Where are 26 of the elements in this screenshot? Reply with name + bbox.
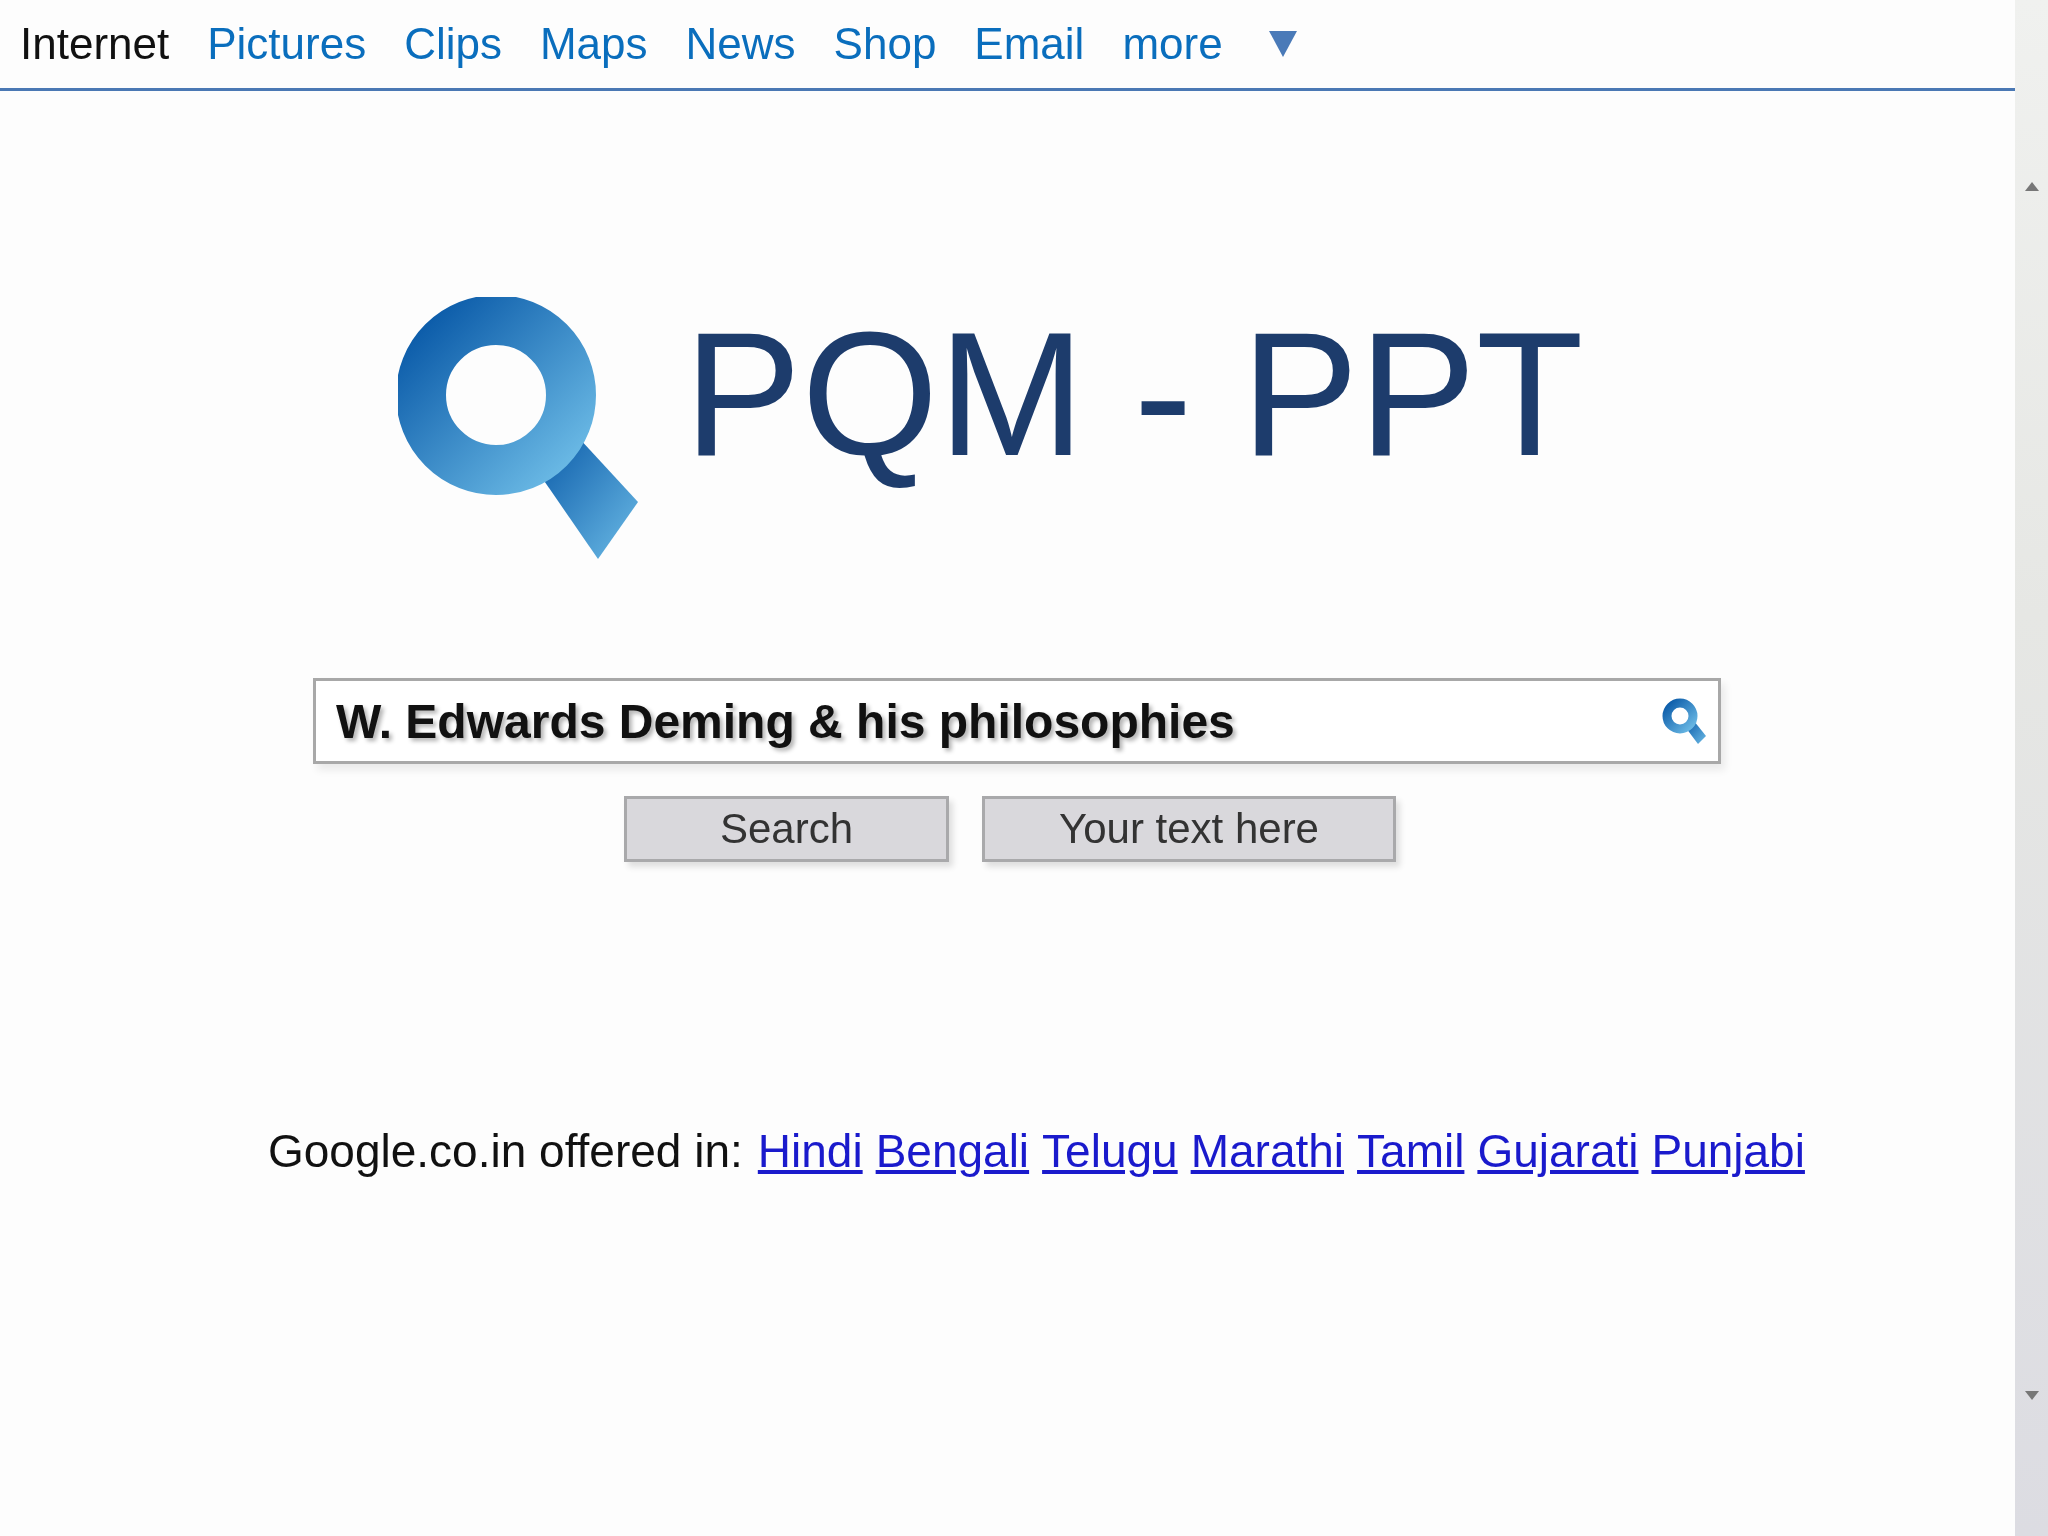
nav-tab[interactable]: Clips <box>404 19 502 69</box>
language-link[interactable]: Tamil <box>1357 1124 1465 1178</box>
nav-tab[interactable]: Email <box>974 19 1085 69</box>
search-button[interactable]: Search <box>624 796 949 862</box>
language-link[interactable]: Hindi <box>757 1124 863 1178</box>
scroll-down-icon[interactable] <box>2024 1391 2039 1400</box>
search-field[interactable]: W. Edwards Deming & his philosophies <box>313 678 1721 764</box>
language-link[interactable]: Marathi <box>1190 1124 1345 1178</box>
language-link[interactable]: Punjabi <box>1651 1124 1805 1178</box>
scrollbar[interactable] <box>2015 0 2048 1536</box>
logo-title: PQM - PPT <box>684 295 1584 494</box>
dropdown-triangle-icon[interactable] <box>1268 31 1297 57</box>
nav-tab[interactable]: Pictures <box>207 19 367 69</box>
language-link[interactable]: Bengali <box>875 1124 1030 1178</box>
magnifier-logo-icon <box>398 297 638 559</box>
search-icon[interactable] <box>1662 698 1706 744</box>
language-link[interactable]: Telugu <box>1042 1124 1178 1178</box>
nav-tab[interactable]: Maps <box>539 19 648 69</box>
languages-label: Google.co.in offered in: <box>268 1124 743 1178</box>
nav-tab[interactable]: Internet <box>20 19 170 69</box>
nav-tab[interactable]: News <box>685 19 796 69</box>
nav-tab[interactable]: more <box>1122 19 1223 69</box>
scroll-up-icon[interactable] <box>2024 182 2039 191</box>
text-button[interactable]: Your text here <box>982 796 1396 862</box>
nav-tab[interactable]: Shop <box>833 19 937 69</box>
language-link[interactable]: Gujarati <box>1477 1124 1639 1178</box>
